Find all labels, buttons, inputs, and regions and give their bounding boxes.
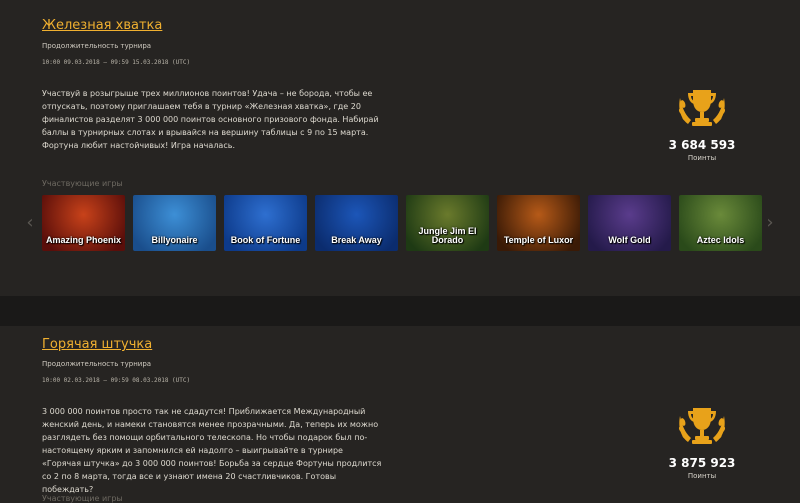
tournament-card: Железная хватка Продолжительность турнир…	[0, 0, 800, 296]
chevron-left-icon[interactable]: ‹	[25, 213, 35, 233]
section-divider	[0, 296, 800, 326]
game-title: Aztec Idols	[696, 235, 745, 245]
prize-block: 3 684 593 Поинты	[652, 84, 752, 162]
game-tile[interactable]: Jungle Jim El Dorado	[406, 195, 489, 251]
game-tile[interactable]: Book of Fortune	[224, 195, 307, 251]
game-tile[interactable]: Billyonaire	[133, 195, 216, 251]
game-title: Book of Fortune	[230, 235, 301, 245]
trophy-icon	[678, 90, 726, 126]
tournament-description: 3 000 000 поинтов просто так не сдадутся…	[42, 407, 382, 494]
tournament-card: Горячая штучка Продолжительность турнира…	[0, 326, 800, 503]
games-label: Участвующие игры	[42, 494, 123, 503]
game-tile[interactable]: Aztec Idols	[679, 195, 762, 251]
game-tile[interactable]: Temple of Luxor	[497, 195, 580, 251]
points-label: Поинты	[687, 154, 717, 162]
tournament-title[interactable]: Железная хватка	[42, 18, 162, 33]
tournament-dates: 10:00 02.03.2018 — 09:59 08.03.2018 (UTC…	[42, 377, 191, 384]
games-carousel: Amazing Phoenix Billyonaire Book of Fortun…	[42, 195, 762, 251]
points-label: Поинты	[687, 472, 717, 480]
games-label: Участвующие игры	[42, 179, 123, 188]
tournament-description: Участвуй в розыгрыше трех миллионов поин…	[42, 89, 379, 150]
game-title: Wolf Gold	[608, 235, 651, 245]
game-title: Break Away	[331, 235, 382, 245]
game-title: Amazing Phoenix	[45, 235, 121, 245]
game-tile[interactable]: Wolf Gold	[588, 195, 671, 251]
chevron-right-icon[interactable]: ›	[765, 213, 775, 233]
prize-block: 3 875 923 Поинты	[652, 402, 752, 480]
tournament-title[interactable]: Горячая штучка	[42, 337, 152, 352]
duration-label: Продолжительность турнира	[42, 42, 152, 50]
tournament-dates: 10:00 09.03.2018 — 09:59 15.03.2018 (UTC…	[42, 59, 191, 66]
game-title: Jungle Jim El Dorado	[418, 226, 477, 245]
game-title: Temple of Luxor	[503, 235, 574, 245]
points-value: 3 684 593	[668, 138, 736, 152]
duration-label: Продолжительность турнира	[42, 360, 152, 368]
game-tile[interactable]: Amazing Phoenix	[42, 195, 125, 251]
points-value: 3 875 923	[668, 456, 736, 470]
game-tile[interactable]: Break Away	[315, 195, 398, 251]
trophy-icon	[678, 408, 726, 444]
game-title: Billyonaire	[151, 235, 198, 245]
